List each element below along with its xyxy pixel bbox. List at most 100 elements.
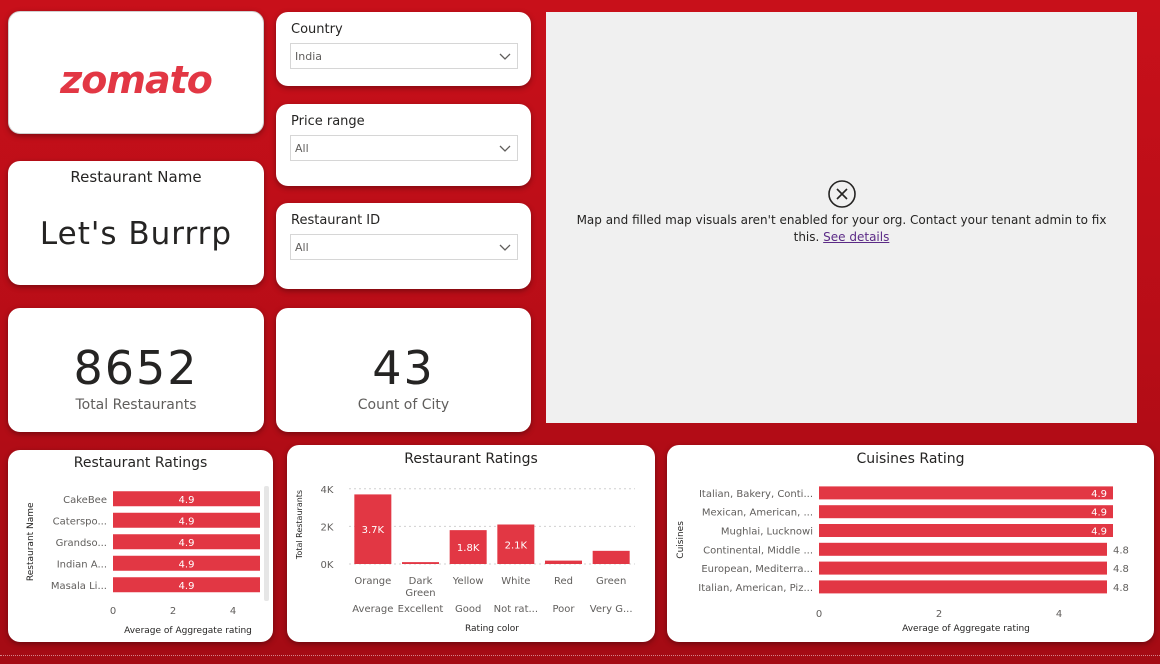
restaurant-ratings-vbar-card: Restaurant Ratings 0K 2K 4K 3.7K Orange Avera… xyxy=(287,445,655,642)
restaurant-ratings-hbar-card: Restaurant Ratings CakeBee 4.9 Caterspo...… xyxy=(8,450,273,642)
x-tick-label: 2 xyxy=(936,609,942,620)
bar xyxy=(819,486,1113,500)
zomato-logo: zomato xyxy=(60,58,213,102)
restaurant-id-dropdown[interactable]: All xyxy=(290,234,518,260)
category-label: White xyxy=(501,576,530,587)
restaurant-id-dropdown-value: All xyxy=(295,241,309,254)
x-tick-label: 2 xyxy=(170,606,176,617)
total-restaurants-card: 8652 Total Restaurants xyxy=(8,308,264,432)
category-label: Mexican, American, ... xyxy=(702,508,813,519)
data-label: 4.9 xyxy=(179,538,195,549)
category-label: Red xyxy=(554,576,573,587)
data-label: 2.1K xyxy=(505,540,528,551)
count-of-city-card: 43 Count of City xyxy=(276,308,531,432)
sub-category-label: Very G... xyxy=(590,604,633,615)
category-label: Caterspo... xyxy=(53,516,107,527)
chevron-down-icon xyxy=(499,244,511,251)
total-restaurants-value: 8652 xyxy=(73,341,199,395)
bar xyxy=(545,560,582,564)
data-label: 4.9 xyxy=(179,495,195,506)
map-error-message: Map and filled map visuals aren't enable… xyxy=(562,212,1121,246)
data-label: 4.9 xyxy=(1091,527,1107,538)
price-range-dropdown[interactable]: All xyxy=(290,135,518,161)
scrollbar xyxy=(264,486,269,601)
data-label: 4.8 xyxy=(1113,545,1129,556)
data-label: 1.8K xyxy=(457,543,480,554)
category-label: Italian, American, Piz... xyxy=(698,583,813,594)
x-tick-label: 0 xyxy=(110,606,116,617)
category-label: CakeBee xyxy=(63,495,107,506)
country-slicer-title: Country xyxy=(291,22,343,37)
restaurant-id-slicer-title: Restaurant ID xyxy=(291,213,381,228)
cuisines-rating-chart: Italian, Bakery, Conti... 4.9 Mexican, Ame… xyxy=(676,486,1129,634)
category-label: Italian, Bakery, Conti... xyxy=(699,489,813,500)
x-tick-label: 0 xyxy=(816,609,822,620)
x-axis-label: Average of Aggregate rating xyxy=(124,626,252,636)
data-label: 4.9 xyxy=(179,559,195,570)
x-tick-label: 4 xyxy=(1056,609,1062,620)
restaurant-ratings-vbar-chart: 0K2K4K3.7KOrangeAverageDarkGreenExcellen… xyxy=(295,485,635,634)
map-visual-placeholder: Map and filled map visuals aren't enable… xyxy=(546,12,1137,423)
bar xyxy=(819,524,1113,537)
category-label: Mughlai, Lucknowi xyxy=(721,527,813,538)
y-tick-label: 0K xyxy=(321,560,334,571)
data-label: 4.8 xyxy=(1113,583,1129,594)
restaurant-name-label: Restaurant Name xyxy=(70,168,202,186)
count-of-city-label: Count of City xyxy=(357,397,450,413)
restaurant-ratings-hbar-chart: CakeBee 4.9 Caterspo... 4.9 Grandso... 4.9 Ind… xyxy=(26,486,269,636)
y-tick-label: 4K xyxy=(321,485,334,496)
category-label: Indian A... xyxy=(57,559,107,570)
data-label: 4.9 xyxy=(1091,489,1107,500)
sub-category-label: Good xyxy=(455,604,481,615)
category-label: Yellow xyxy=(452,576,484,587)
y-axis-label: Total Restaurants xyxy=(295,490,304,560)
price-range-slicer: Price range All xyxy=(276,104,531,186)
country-dropdown[interactable]: India xyxy=(290,43,518,69)
sub-category-label: Average xyxy=(352,604,393,615)
price-range-dropdown-value: All xyxy=(295,142,309,155)
category-label: Grandso... xyxy=(56,538,107,549)
bar xyxy=(592,550,630,564)
error-circle-icon xyxy=(828,180,856,208)
logo-card: zomato xyxy=(8,11,264,134)
bar xyxy=(819,580,1107,594)
x-tick-label: 4 xyxy=(230,606,236,617)
sub-category-label: Excellent xyxy=(398,604,444,615)
data-label: 3.7K xyxy=(362,525,385,536)
category-label: Green xyxy=(596,576,626,587)
price-range-slicer-title: Price range xyxy=(291,114,365,129)
category-label: Orange xyxy=(354,576,391,587)
country-dropdown-value: India xyxy=(295,50,322,63)
sub-category-label: Poor xyxy=(552,604,575,615)
bar xyxy=(819,542,1107,556)
cuisines-rating-card: Cuisines Rating Italian, Bakery, Conti..… xyxy=(667,445,1154,642)
category-label: Continental, Middle ... xyxy=(703,545,813,556)
x-axis-label: Average of Aggregate rating xyxy=(902,624,1030,634)
y-axis-label: Cuisines xyxy=(676,521,686,559)
data-label: 4.9 xyxy=(1091,508,1107,519)
x-axis-label: Rating color xyxy=(465,624,519,634)
y-tick-label: 2K xyxy=(321,522,334,533)
sub-category-label: Not rat... xyxy=(494,604,538,615)
total-restaurants-label: Total Restaurants xyxy=(75,397,197,413)
bar xyxy=(819,505,1113,519)
count-of-city-value: 43 xyxy=(372,341,435,395)
chevron-down-icon xyxy=(499,53,511,60)
restaurant-name-value: Let's Burrrp xyxy=(39,216,233,252)
restaurant-name-card: Restaurant Name Let's Burrrp xyxy=(8,161,264,285)
restaurant-id-slicer: Restaurant ID All xyxy=(276,203,531,289)
see-details-link[interactable]: See details xyxy=(823,230,889,244)
bar xyxy=(402,562,439,564)
data-label: 4.9 xyxy=(179,516,195,527)
data-label: 4.9 xyxy=(179,581,195,592)
category-label: Green xyxy=(405,588,435,599)
category-label: European, Mediterra... xyxy=(701,564,813,575)
country-slicer: Country India xyxy=(276,12,531,86)
chevron-down-icon xyxy=(499,145,511,152)
category-label: Masala Li... xyxy=(51,581,107,592)
bar xyxy=(819,561,1107,575)
y-axis-label: Restaurant Name xyxy=(26,502,36,581)
footer-divider xyxy=(0,655,1160,656)
data-label: 4.8 xyxy=(1113,564,1129,575)
category-label: Dark xyxy=(409,576,433,587)
